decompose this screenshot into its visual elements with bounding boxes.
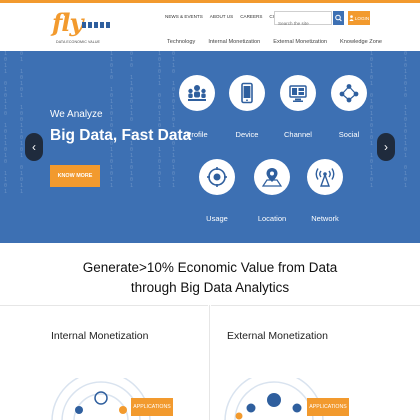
social-label: Social	[338, 130, 360, 139]
about-us-link[interactable]: ABOUT US	[210, 14, 233, 19]
column-divider	[209, 305, 210, 420]
search-icon	[335, 14, 342, 22]
social-icon	[339, 84, 359, 103]
internal-monetization-title: Internal Monetization	[51, 330, 149, 342]
search-field[interactable]	[274, 11, 332, 30]
usage-icon	[207, 167, 227, 187]
location-feature-circle[interactable]	[254, 159, 290, 195]
chevron-right-icon: ›	[384, 140, 388, 154]
chevron-left-icon: ‹	[32, 140, 36, 154]
profile-icon	[188, 85, 206, 101]
search-input[interactable]	[275, 17, 331, 30]
external-applications-button[interactable]: APPLICATIONS	[307, 398, 349, 416]
news-events-link[interactable]: NEWS & EVENTS	[165, 14, 203, 19]
external-monetization-title: External Monetization	[227, 330, 328, 342]
user-icon	[349, 15, 354, 21]
device-icon	[241, 82, 253, 104]
know-more-button[interactable]: KNOW MORE	[50, 165, 100, 187]
network-label: Network	[311, 214, 339, 223]
logo-tagline: DATA ECONOMIC VALUE	[56, 40, 101, 44]
external-monetization-panel: External Monetization APPLICATIONS	[211, 305, 420, 420]
value-proposition-line-2: through Big Data Analytics	[130, 280, 290, 295]
login-label: LOGIN	[354, 15, 370, 21]
channel-feature-circle[interactable]	[280, 75, 316, 111]
login-button[interactable]: LOGIN	[348, 11, 370, 25]
carousel-next-button[interactable]: ›	[377, 133, 395, 161]
internal-applications-button[interactable]: APPLICATIONS	[131, 398, 173, 416]
network-feature-circle[interactable]	[307, 159, 343, 195]
site-logo[interactable]: fly DATA ECONOMIC VALUE	[52, 8, 112, 44]
internal-monetization-panel: Internal Monetization APPLICATIONS	[0, 305, 208, 420]
nav-internal-monetization[interactable]: Internal Monetization	[208, 39, 260, 45]
binary-background-pattern: 0 1 1 0 1 0 1 1 0 0 1 1 0 1 0 1 0 1 0 1 …	[20, 51, 24, 195]
profile-feature-circle[interactable]	[179, 75, 215, 111]
channel-icon	[289, 85, 307, 102]
logo-bars-graphic	[82, 22, 110, 28]
usage-label: Usage	[206, 214, 228, 223]
careers-link[interactable]: CAREERS	[240, 14, 262, 19]
binary-background-pattern: 0 1 1 0 1 0 1 0 1 1 0 1 0 0 1 1 0 1 0 1 …	[172, 51, 176, 189]
hero-subtitle: We Analyze	[50, 109, 103, 120]
site-header: fly DATA ECONOMIC VALUE NEWS & EVENTS AB…	[0, 3, 420, 51]
search-button[interactable]	[333, 11, 344, 25]
logo-wordmark: fly	[52, 8, 83, 37]
hero-banner: 1 0 1 1 0 1 0 1 1 0 1 0 1 1 0 1 0 1 1 0 …	[0, 51, 420, 243]
binary-background-pattern: 1 0 1 0 1 1 0 1 0 1 1 0 1 0 1 1 0 1 0 1 …	[158, 51, 162, 189]
social-feature-circle[interactable]	[331, 75, 367, 111]
device-feature-circle[interactable]	[229, 75, 265, 111]
binary-background-pattern: 1 0 1 1 0 1 0 1 1 0 1 0 1 1 0 1 0 1 1 0 …	[4, 51, 8, 195]
binary-background-pattern: 0 1 0 1 1 0 1 0 1 1 0 1 0 1 0 1 1 0 1 0 …	[130, 51, 134, 189]
network-icon	[315, 168, 335, 187]
nav-technology[interactable]: Technology	[167, 39, 195, 45]
location-label: Location	[257, 214, 287, 223]
nav-external-monetization[interactable]: External Monetization	[273, 39, 327, 45]
location-icon	[261, 168, 283, 187]
binary-background-pattern: 1 0 1 1 0 1 0 1 0 1 1 0 1 0 1 1 0 1 1 0 …	[370, 51, 374, 189]
binary-background-pattern: 0 1 0 1 1 0 1 0 1 1 0 1 0 1 1 0 1 0 1 0 …	[404, 51, 408, 189]
value-proposition: Generate>10% Economic Value from Data th…	[0, 258, 420, 298]
carousel-prev-button[interactable]: ‹	[25, 133, 43, 161]
value-proposition-line-1: Generate>10% Economic Value from Data	[82, 260, 338, 275]
nav-knowledge-zone[interactable]: Knowledge Zone	[340, 39, 382, 45]
usage-feature-circle[interactable]	[199, 159, 235, 195]
main-nav: Technology Internal Monetization Externa…	[167, 39, 382, 45]
binary-background-pattern: 1 1 0 1 0 1 0 1 1 0 1 0 1 0 1 1 0 1 0 1 …	[110, 51, 114, 189]
